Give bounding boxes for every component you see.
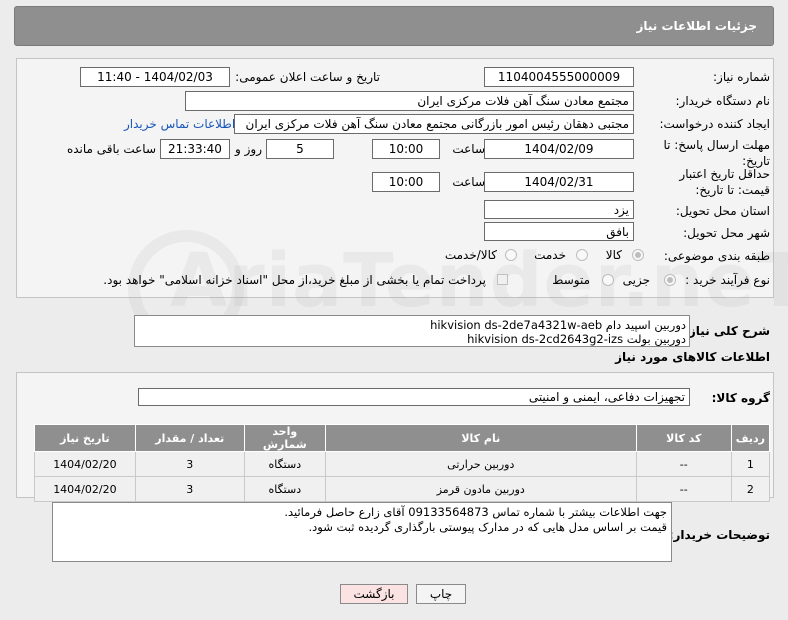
- goods-section-title: اطلاعات کالاهای مورد نیاز: [615, 350, 770, 364]
- days-label: روز و: [235, 142, 262, 156]
- col-date: تاریخ نیاز: [34, 424, 136, 452]
- table-row: 1 -- دوربین حرارتی دستگاه 3 1404/02/20: [34, 451, 771, 477]
- need-number-field: 1104004555000009: [484, 67, 634, 87]
- description-line-2: دوربین بولت hikvision ds-2cd2643g2-izs: [467, 332, 686, 346]
- announce-label: تاریخ و ساعت اعلان عمومی:: [235, 70, 380, 84]
- description-label: شرح کلی نیاز:: [684, 324, 770, 338]
- col-unit: واحد شمارش: [243, 424, 326, 452]
- page-header: جزئیات اطلاعات نیاز: [14, 6, 774, 46]
- buyer-org-field: مجتمع معادن سنگ آهن فلات مرکزی ایران: [185, 91, 634, 111]
- col-name: نام کالا: [324, 424, 637, 452]
- creator-field: مجتبی دهقان رئیس امور بازرگانی مجتمع معا…: [234, 114, 634, 134]
- cell-unit: دستگاه: [243, 476, 326, 502]
- goods-table: ردیف کد کالا نام کالا واحد شمارش تعداد /…: [34, 424, 771, 502]
- goods-table-header: ردیف کد کالا نام کالا واحد شمارش تعداد /…: [34, 424, 771, 452]
- cell-row: 2: [730, 476, 771, 502]
- page-title: جزئیات اطلاعات نیاز: [636, 19, 757, 33]
- remaining-label: ساعت باقی مانده: [66, 142, 156, 156]
- announce-field: 1404/02/03 - 11:40: [80, 67, 230, 87]
- col-qty: تعداد / مقدار: [134, 424, 245, 452]
- print-button[interactable]: چاپ: [416, 584, 466, 604]
- cell-name: دوربین حرارتی: [324, 451, 637, 477]
- description-textarea: دوربین اسپید دام hikvision ds-2de7a4321w…: [134, 315, 690, 347]
- city-label: شهر محل تحویل:: [683, 226, 770, 240]
- cell-date: 1404/02/20: [34, 476, 136, 502]
- city-field: بافق: [484, 222, 634, 241]
- cell-code: --: [635, 476, 732, 502]
- process-label: نوع فرآیند خرید :: [685, 273, 770, 287]
- goods-group-label: گروه کالا:: [711, 391, 770, 405]
- category-service-label: خدمت: [534, 248, 566, 262]
- buyer-notes-line-2: قیمت بر اساس مدل هایی که در مدارک پیوستی…: [308, 520, 668, 534]
- buyer-notes-line-1: جهت اطلاعات بیشتر با شماره تماس 09133564…: [284, 505, 667, 519]
- remaining-time-field: 21:33:40: [160, 139, 230, 159]
- reply-date-field: 1404/02/09: [484, 139, 634, 159]
- process-medium-radio[interactable]: [602, 274, 614, 286]
- cell-unit: دستگاه: [243, 451, 326, 477]
- category-goods-label: کالا: [605, 248, 622, 262]
- payment-treasury-checkbox[interactable]: [497, 274, 508, 285]
- price-time-label: ساعت: [452, 175, 485, 189]
- cell-code: --: [635, 451, 732, 477]
- reply-deadline-label: مهلت ارسال پاسخ: تا تاریخ:: [663, 138, 770, 168]
- process-medium-label: متوسط: [552, 273, 590, 287]
- cell-name: دوربین مادون قرمز: [324, 476, 637, 502]
- back-button[interactable]: بازگشت: [340, 584, 408, 604]
- remaining-days-field: 5: [266, 139, 334, 159]
- process-minor-label: جزیی: [622, 273, 650, 287]
- need-number-label: شماره نیاز:: [713, 70, 770, 84]
- creator-label: ایجاد کننده درخواست:: [659, 117, 770, 131]
- category-both-radio[interactable]: [505, 249, 517, 261]
- description-line-1: دوربین اسپید دام hikvision ds-2de7a4321w…: [430, 318, 686, 332]
- goods-group-field: تجهیزات دفاعی، ایمنی و امنیتی: [138, 388, 690, 406]
- reply-time-field: 10:00: [372, 139, 440, 159]
- category-both-label: کالا/خدمت: [444, 248, 497, 262]
- province-field: یزد: [484, 200, 634, 219]
- col-code: کد کالا: [635, 424, 732, 452]
- cell-row: 1: [730, 451, 771, 477]
- category-goods-radio[interactable]: [632, 249, 644, 261]
- buyer-contact-link[interactable]: اطلاعات تماس خریدار: [124, 117, 235, 131]
- category-label: طبقه بندی موضوعی:: [663, 249, 770, 263]
- process-minor-radio[interactable]: [664, 274, 676, 286]
- table-row: 2 -- دوربین مادون قرمز دستگاه 3 1404/02/…: [34, 476, 771, 502]
- category-service-radio[interactable]: [576, 249, 588, 261]
- cell-qty: 3: [134, 451, 245, 477]
- price-deadline-label: حداقل تاریخ اعتبار قیمت: تا تاریخ:: [679, 167, 770, 197]
- col-row: ردیف: [730, 424, 771, 452]
- reply-time-label: ساعت: [452, 142, 485, 156]
- buyer-notes-label: توضیحات خریدار:: [668, 528, 770, 542]
- cell-date: 1404/02/20: [34, 451, 136, 477]
- payment-treasury-note: پرداخت تمام یا بخشی از مبلغ خرید،از محل …: [103, 273, 486, 287]
- price-date-field: 1404/02/31: [484, 172, 634, 192]
- buyer-org-label: نام دستگاه خریدار:: [675, 94, 771, 108]
- cell-qty: 3: [134, 476, 245, 502]
- price-time-field: 10:00: [372, 172, 440, 192]
- buyer-notes-textarea: جهت اطلاعات بیشتر با شماره تماس 09133564…: [52, 502, 672, 562]
- province-label: استان محل تحویل:: [675, 204, 770, 218]
